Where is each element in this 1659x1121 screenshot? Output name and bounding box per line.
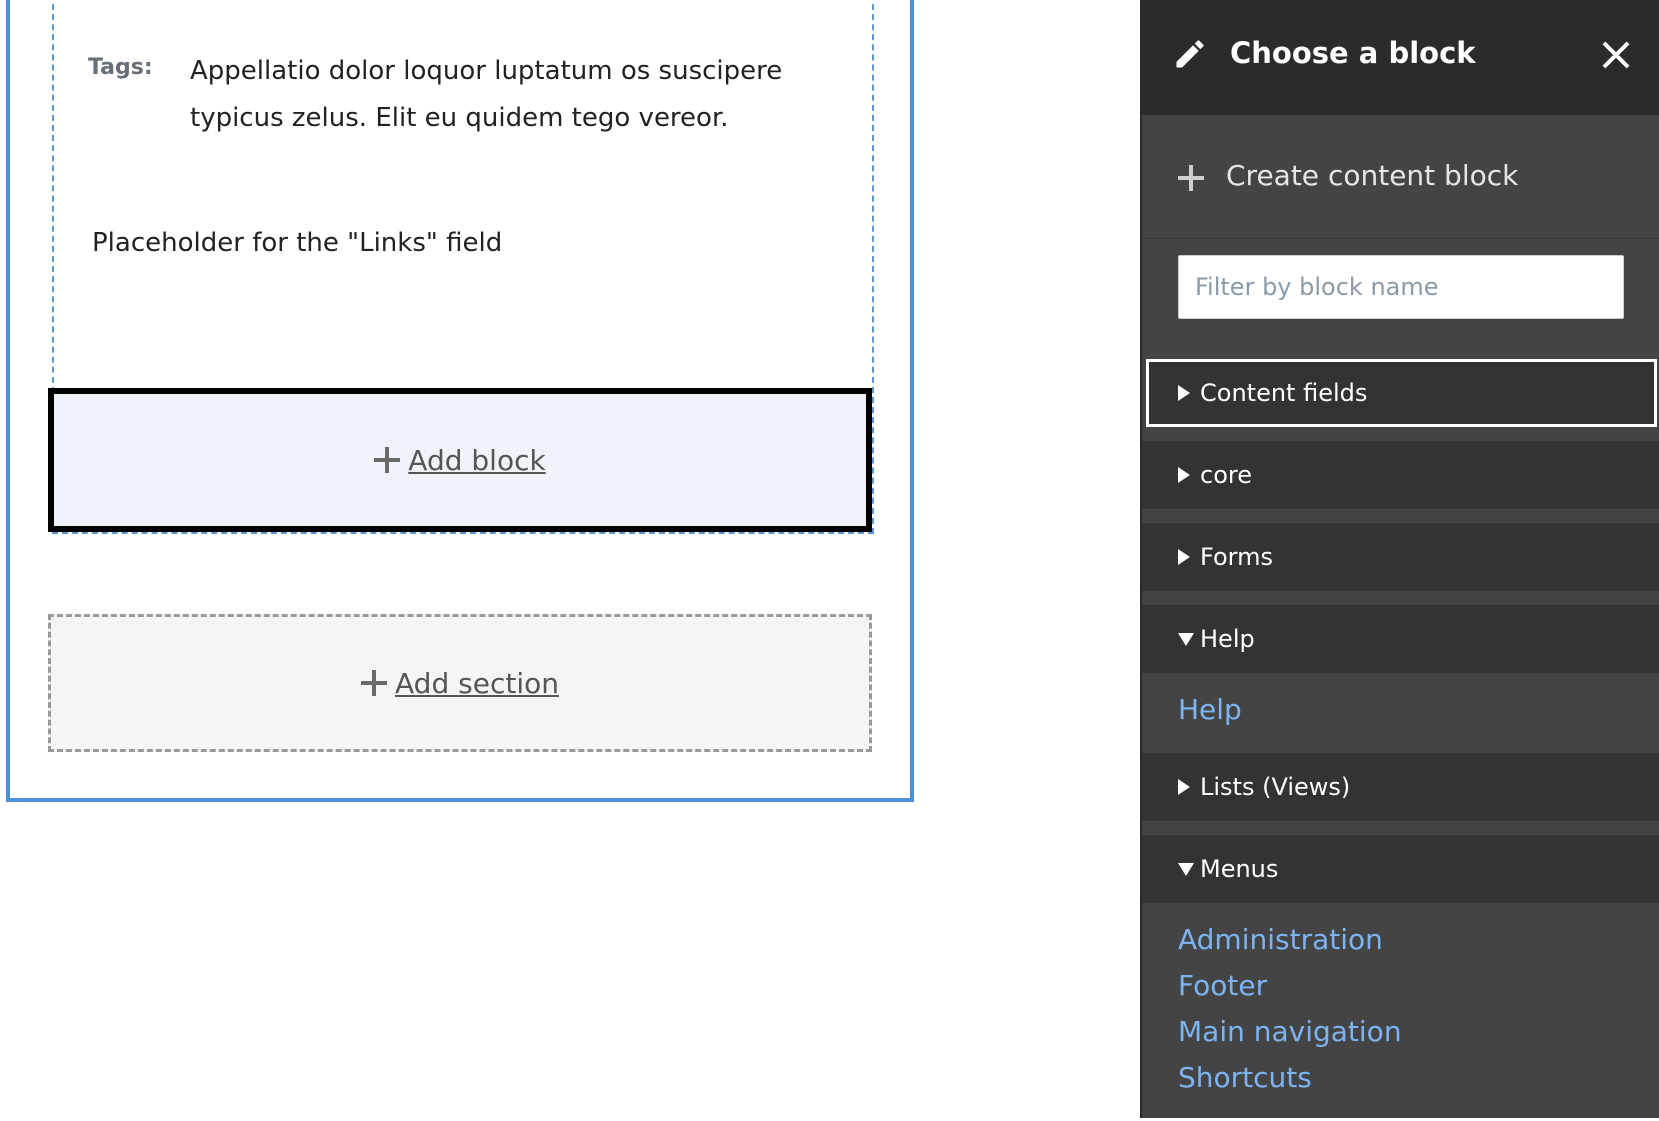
group-toggle-content-fields[interactable]: Content fields	[1146, 359, 1657, 427]
block-group-forms: Forms	[1142, 523, 1659, 591]
triangle-right-icon	[1178, 779, 1190, 795]
block-group-content-fields: Content fields	[1142, 359, 1659, 427]
choose-block-sidebar: Choose a block Create content block Cont…	[1140, 0, 1659, 1118]
triangle-right-icon	[1178, 385, 1190, 401]
block-group-menus: Menus Administration Footer Main navigat…	[1142, 835, 1659, 1121]
triangle-down-icon	[1178, 862, 1194, 876]
filter-block-input[interactable]	[1178, 255, 1624, 319]
triangle-down-icon	[1178, 632, 1194, 646]
links-field-placeholder: Placeholder for the "Links" field	[92, 228, 503, 258]
group-label: Forms	[1200, 543, 1273, 571]
group-links: Help	[1142, 673, 1659, 753]
create-content-block-link[interactable]: Create content block	[1142, 115, 1659, 239]
group-label: Menus	[1200, 855, 1279, 883]
block-link-administration[interactable]: Administration	[1178, 917, 1659, 963]
group-toggle-help[interactable]: Help	[1142, 605, 1659, 673]
plus-icon	[1178, 165, 1204, 191]
block-group-core: core	[1142, 441, 1659, 509]
block-link-main-navigation[interactable]: Main navigation	[1178, 1009, 1659, 1055]
plus-icon	[361, 670, 388, 696]
group-label: Lists (Views)	[1200, 773, 1351, 801]
triangle-right-icon	[1178, 549, 1190, 565]
add-section-label[interactable]: Add section	[395, 667, 559, 700]
add-block-label[interactable]: Add block	[408, 444, 545, 477]
sidebar-header: Choose a block	[1142, 0, 1659, 115]
create-content-block-label[interactable]: Create content block	[1226, 159, 1518, 192]
block-link-shortcuts[interactable]: Shortcuts	[1178, 1055, 1659, 1101]
block-link-footer[interactable]: Footer	[1178, 963, 1659, 1009]
group-toggle-forms[interactable]: Forms	[1142, 523, 1659, 591]
block-group-lists-views: Lists (Views)	[1142, 753, 1659, 821]
add-section-button[interactable]: Add section	[48, 614, 872, 752]
filter-wrapper	[1142, 239, 1659, 349]
group-toggle-menus[interactable]: Menus	[1142, 835, 1659, 903]
group-label: core	[1200, 461, 1252, 489]
sidebar-title: Choose a block	[1230, 36, 1476, 70]
group-toggle-core[interactable]: core	[1142, 441, 1659, 509]
close-icon[interactable]	[1601, 40, 1631, 70]
triangle-right-icon	[1178, 467, 1190, 483]
tags-value: Appellatio dolor loquor luptatum os susc…	[190, 56, 783, 133]
block-link-help[interactable]: Help	[1178, 687, 1659, 733]
add-block-button[interactable]: Add block	[48, 388, 872, 532]
pencil-icon	[1176, 40, 1204, 68]
group-toggle-lists-views[interactable]: Lists (Views)	[1142, 753, 1659, 821]
group-links: Administration Footer Main navigation Sh…	[1142, 903, 1659, 1121]
block-group-help: Help Help	[1142, 605, 1659, 753]
group-label: Content fields	[1200, 379, 1368, 407]
group-label: Help	[1200, 625, 1255, 653]
plus-icon	[374, 447, 401, 473]
tags-label: Tags:	[88, 55, 153, 80]
